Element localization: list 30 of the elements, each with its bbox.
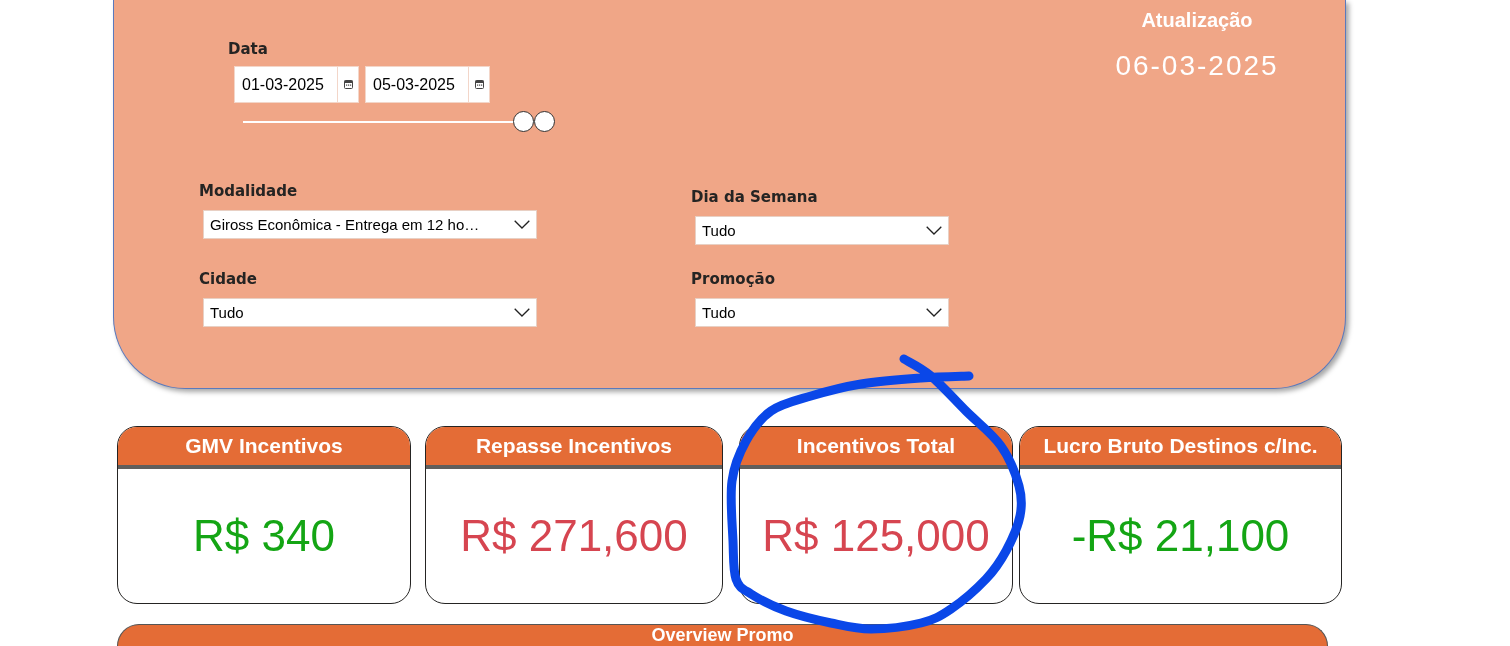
calendar-icon xyxy=(343,80,353,89)
dropdown[interactable]: Giross Econômica - Entrega em 12 ho… xyxy=(203,210,537,239)
kpi-value: R$ 340 xyxy=(193,511,335,561)
chevron-down-icon xyxy=(926,226,942,235)
section-header: Overview Promo xyxy=(117,624,1328,646)
chevron-down-icon xyxy=(514,220,530,229)
field-label: Dia da Semana xyxy=(691,188,818,206)
dropdown[interactable]: Tudo xyxy=(695,216,949,245)
kpi-value: R$ 125,000 xyxy=(762,511,990,561)
card-header: Lucro Bruto Destinos c/Inc. xyxy=(1020,427,1341,469)
kpi-value: R$ 271,600 xyxy=(460,511,688,561)
card-header: GMV Incentivos xyxy=(118,427,410,469)
slider-thumb[interactable] xyxy=(534,111,555,132)
dropdown[interactable]: Tudo xyxy=(203,298,537,327)
calendar-icon xyxy=(474,80,484,89)
update-date: 06-03-2025 xyxy=(1115,50,1279,82)
date-field[interactable]: 01-03-2025 xyxy=(234,66,359,103)
kpi-value: -R$ 21,100 xyxy=(1071,511,1290,561)
field-label: Modalidade xyxy=(199,182,298,200)
date-field[interactable]: 05-03-2025 xyxy=(365,66,490,103)
chevron-down-icon xyxy=(926,308,942,317)
update-label: Atualização xyxy=(1141,8,1253,32)
slider-thumb[interactable] xyxy=(512,111,534,132)
chevron-down-icon xyxy=(514,308,530,317)
field-label: Promoção xyxy=(691,270,775,288)
card-header: Repasse Incentivos xyxy=(426,427,722,469)
field-label: Cidade xyxy=(199,270,257,288)
field-label: Data xyxy=(228,40,268,58)
dropdown[interactable]: Tudo xyxy=(695,298,949,327)
card-header: Incentivos Total xyxy=(740,427,1012,469)
